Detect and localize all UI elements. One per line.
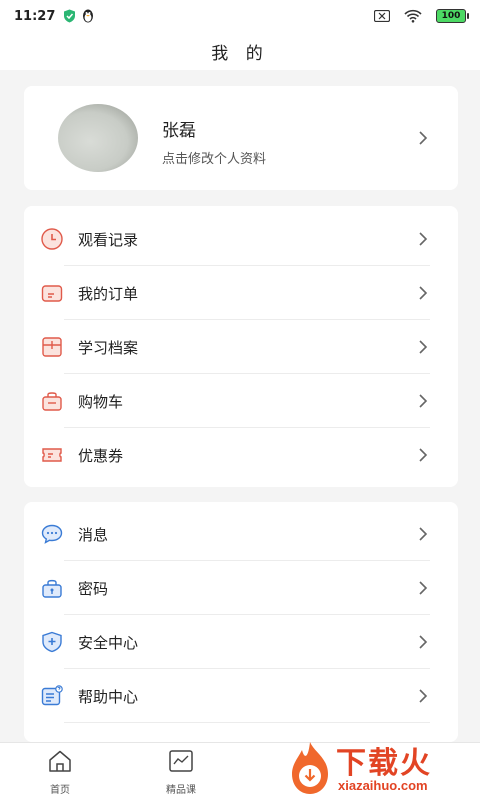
chevron-right-icon: [416, 131, 430, 145]
menu-item-watch-history[interactable]: 观看记录: [24, 212, 458, 266]
menu-item-label: 安全中心: [78, 633, 139, 652]
battery-indicator: 100: [436, 9, 469, 23]
chart-icon: [168, 749, 194, 777]
status-time: 11:27: [14, 8, 56, 24]
watermark-title: 下载火: [336, 746, 432, 781]
cart-bag-icon: [40, 389, 64, 413]
chevron-right-icon: [416, 340, 430, 354]
shield-icon: [63, 9, 76, 23]
menu-group-orders: 观看记录 我的订单 学习档案 购物车 优惠券: [24, 206, 458, 487]
profile-card[interactable]: 张磊 点击修改个人资料: [24, 86, 458, 190]
flame-logo-icon: [292, 742, 328, 794]
security-shield-icon: [40, 630, 64, 654]
chevron-right-icon: [416, 635, 430, 649]
menu-item-coupons[interactable]: 优惠券: [24, 428, 458, 482]
menu-item-password[interactable]: 密码: [24, 561, 458, 615]
penguin-icon: [82, 9, 94, 23]
divider: [64, 722, 430, 723]
watermark-url: xiazaihuo.com: [338, 778, 428, 793]
watermark-logo: 下载火 xiazaihuo.com: [282, 738, 480, 800]
avatar[interactable]: [58, 104, 138, 172]
chevron-right-icon: [416, 527, 430, 541]
help-icon: [40, 684, 64, 708]
message-icon: [40, 522, 64, 546]
nav-home[interactable]: 首页: [30, 749, 90, 797]
menu-item-label: 帮助中心: [78, 687, 139, 706]
profile-edit-hint: 点击修改个人资料: [162, 152, 267, 167]
menu-item-messages[interactable]: 消息: [24, 507, 458, 561]
menu-item-security-center[interactable]: 安全中心: [24, 615, 458, 669]
order-icon: [40, 281, 64, 305]
menu-item-label: 优惠券: [78, 446, 124, 465]
menu-item-help-center[interactable]: 帮助中心: [24, 669, 458, 723]
chevron-right-icon: [416, 689, 430, 703]
menu-item-study-archive[interactable]: 学习档案: [24, 320, 458, 374]
clock-icon: [40, 227, 64, 251]
coupon-icon: [40, 443, 64, 467]
chevron-right-icon: [416, 394, 430, 408]
nav-label: 精品课: [166, 785, 196, 796]
chevron-right-icon: [416, 448, 430, 462]
wifi-icon: [404, 9, 422, 23]
menu-item-label: 购物车: [78, 392, 124, 411]
nav-label: 首页: [50, 785, 70, 796]
lock-icon: [40, 576, 64, 600]
profile-name: 张磊: [162, 121, 196, 141]
menu-item-my-orders[interactable]: 我的订单: [24, 266, 458, 320]
menu-item-label: 消息: [78, 525, 109, 544]
menu-group-account: 消息 密码 安全中心 帮助中心: [24, 502, 458, 742]
chevron-right-icon: [416, 581, 430, 595]
menu-item-shopping-cart[interactable]: 购物车: [24, 374, 458, 428]
page-header: 我 的: [0, 32, 480, 70]
home-icon: [47, 749, 73, 777]
chevron-right-icon: [416, 232, 430, 246]
menu-item-label: 学习档案: [78, 338, 139, 357]
archive-icon: [40, 335, 64, 359]
page-title: 我 的: [211, 43, 269, 64]
menu-item-label: 我的订单: [78, 284, 139, 303]
status-bar: 11:27 100: [0, 0, 480, 32]
menu-item-label: 密码: [78, 579, 109, 598]
nav-premium-courses[interactable]: 精品课: [151, 749, 211, 797]
menu-item-label: 观看记录: [78, 230, 139, 249]
chevron-right-icon: [416, 286, 430, 300]
no-sim-icon: [374, 10, 390, 22]
